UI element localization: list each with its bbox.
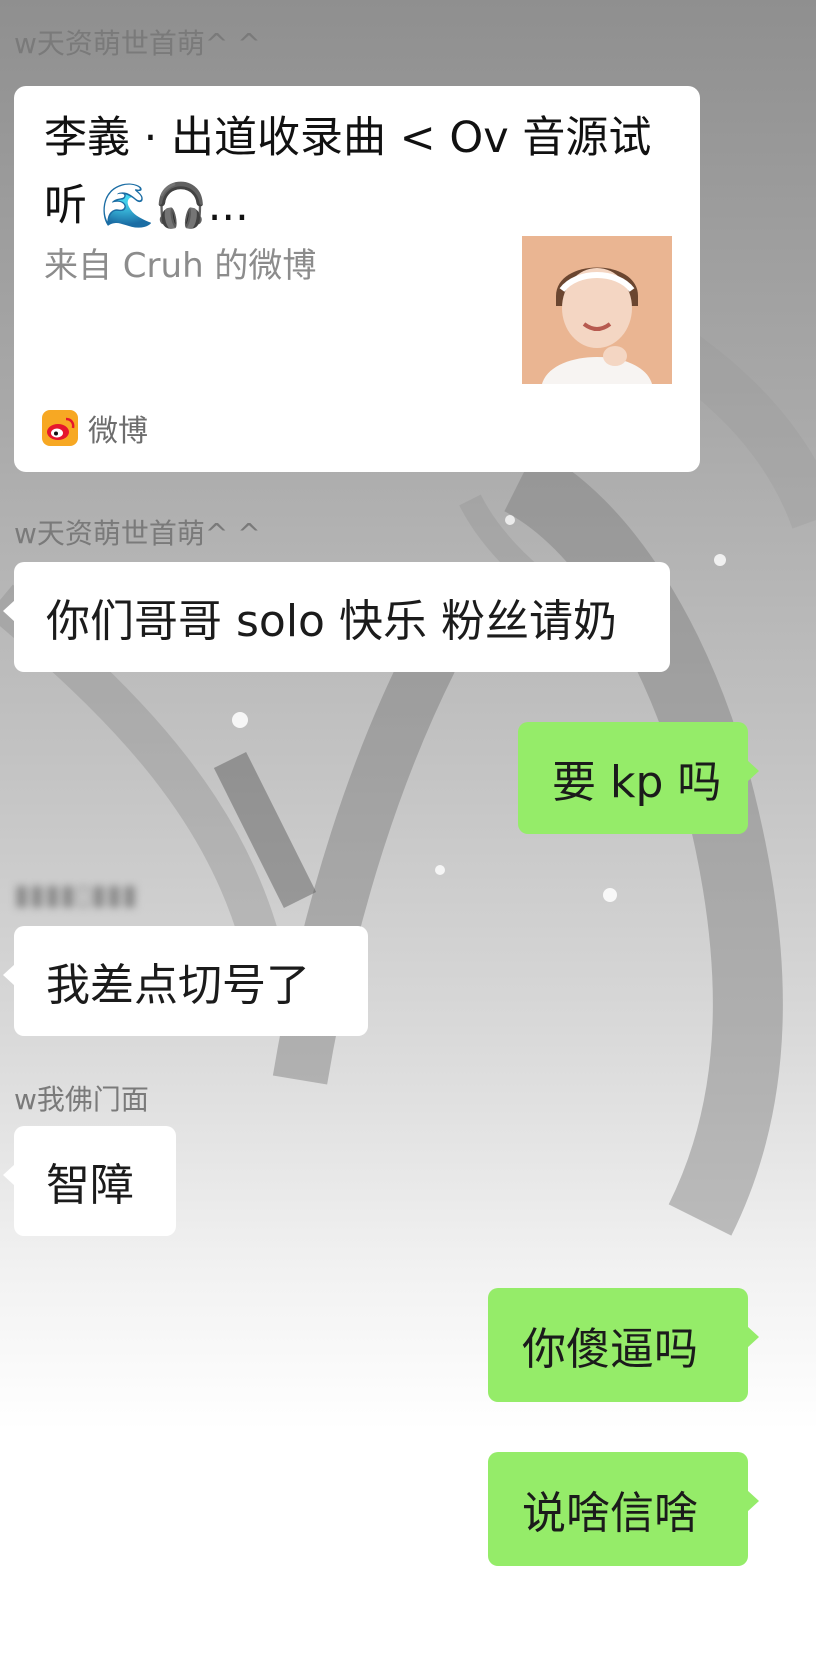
message-bubble-incoming[interactable]: 我差点切号了	[3, 926, 368, 1036]
message-text: 你傻逼吗	[522, 1324, 698, 1375]
message-bubble-incoming[interactable]: 你们哥哥 solo 快乐 粉丝请奶	[3, 562, 670, 672]
shared-link-card[interactable]: 李義 · 出道收录曲 < Ov 音源试听 🌊🎧... 来自 Cruh 的微博 微…	[14, 86, 700, 472]
card-source: 来自 Cruh 的微博	[44, 246, 317, 286]
message-bubble-outgoing[interactable]: 说啥信啥	[488, 1452, 759, 1566]
card-footer: 微博	[42, 406, 148, 450]
card-title: 李義 · 出道收录曲 < Ov 音源试听 🌊🎧...	[44, 113, 652, 231]
weibo-icon	[42, 410, 78, 446]
message-text: 要 kp 吗	[552, 757, 722, 808]
message-bubble-outgoing[interactable]: 你傻逼吗	[488, 1288, 759, 1402]
message-text: 你们哥哥 solo 快乐 粉丝请奶	[46, 596, 617, 647]
card-platform-label: 微博	[88, 414, 148, 449]
sender-name: w天资萌世首萌^ ^	[14, 27, 261, 60]
message-text: 智障	[46, 1160, 134, 1211]
message-text: 我差点切号了	[46, 960, 310, 1011]
sender-name-redacted: ▮▮▮▮▯▮▮▮	[14, 878, 138, 911]
card-thumbnail	[522, 236, 672, 384]
sender-name: w我佛门面	[14, 1083, 149, 1116]
sender-name: w天资萌世首萌^ ^	[14, 517, 261, 550]
message-text: 说啥信啥	[522, 1488, 698, 1539]
message-bubble-incoming[interactable]: 智障	[3, 1126, 176, 1236]
person-photo-image	[522, 236, 672, 384]
message-bubble-outgoing[interactable]: 要 kp 吗	[518, 722, 759, 834]
